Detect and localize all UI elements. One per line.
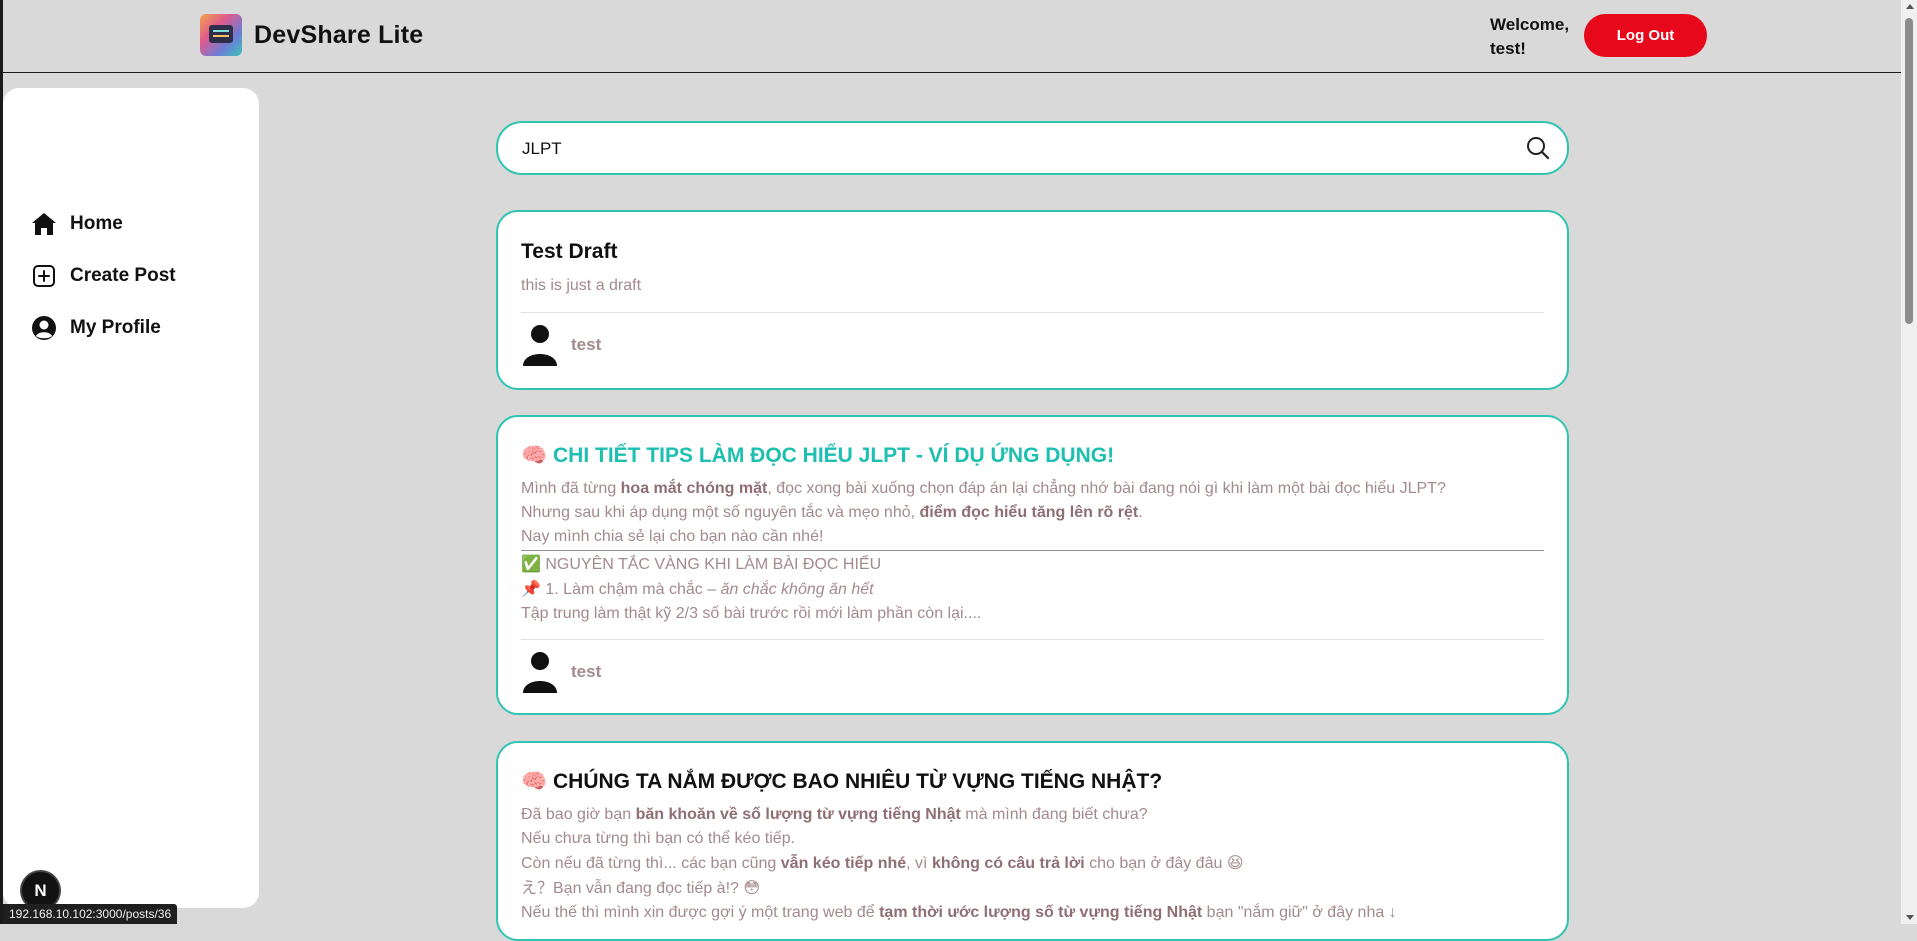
post-excerpt: Đã bao giờ bạn băn khoăn về số lượng từ …	[521, 803, 1551, 925]
user-avatar-icon	[523, 652, 557, 693]
scrollbar-thumb[interactable]	[1905, 18, 1913, 324]
post-card[interactable]: Test Draft this is just a draft test	[496, 210, 1569, 390]
excerpt-line: Đã bao giờ bạn băn khoăn về số lượng từ …	[521, 806, 1148, 823]
page-scrollbar[interactable]	[1901, 0, 1917, 924]
excerpt-line: Còn nếu đã từng thì... các bạn cũng vẫn …	[521, 853, 1244, 872]
welcome-line1: Welcome,	[1490, 15, 1570, 34]
logout-button[interactable]: Log Out	[1584, 14, 1707, 57]
post-title[interactable]: 🧠 CHI TIẾT TIPS LÀM ĐỌC HIỂU JLPT - VÍ D…	[521, 443, 1114, 468]
excerpt-line: 📌 1. Làm chậm mà chắc – ăn chắc không ăn…	[521, 579, 874, 598]
card-divider	[521, 639, 1544, 640]
excerpt-line: え？Bạn vẫn đang đọc tiếp à!? 😳	[521, 878, 761, 897]
excerpt-rule	[521, 550, 1544, 551]
post-excerpt: Mình đã từng hoa mắt chóng mặt, đọc xong…	[521, 477, 1551, 626]
brain-emoji-icon: 🧠	[521, 769, 548, 793]
top-header: DevShare Lite Welcome, test! Log Out	[3, 0, 1901, 73]
pushpin-emoji-icon: 📌	[521, 579, 541, 598]
post-title-text: CHI TIẾT TIPS LÀM ĐỌC HIỂU JLPT - VÍ DỤ …	[553, 444, 1115, 467]
home-icon	[30, 210, 58, 238]
scroll-down-arrow-icon[interactable]	[1906, 915, 1914, 920]
excerpt-line: Tập trung làm thật kỹ 2/3 số bài trước r…	[521, 605, 982, 622]
post-title[interactable]: 🧠 CHÚNG TA NẮM ĐƯỢC BAO NHIÊU TỪ VỰNG TI…	[521, 769, 1162, 794]
sidebar: Home Create Post My Profile	[3, 88, 259, 908]
excerpt-line: Nếu thế thì mình xin được gợi ý một tran…	[521, 904, 1397, 921]
welcome-message: Welcome, test!	[1490, 13, 1569, 61]
excerpt-line: Nay mình chia sẻ lại cho bạn nào cần nhé…	[521, 528, 824, 545]
plus-square-icon	[30, 262, 58, 290]
user-avatar-icon	[523, 325, 557, 366]
flushed-emoji-icon: 😳	[743, 878, 761, 897]
check-emoji-icon: ✅	[521, 554, 541, 573]
app-title[interactable]: DevShare Lite	[254, 21, 423, 50]
post-card[interactable]: 🧠 CHÚNG TA NẮM ĐƯỢC BAO NHIÊU TỪ VỰNG TI…	[496, 741, 1569, 941]
sidebar-item-label: Create Post	[70, 265, 176, 286]
user-circle-icon	[30, 314, 58, 342]
sidebar-item-home[interactable]: Home	[30, 210, 123, 238]
post-author[interactable]: test	[521, 651, 601, 693]
sidebar-item-create-post[interactable]: Create Post	[30, 262, 176, 290]
author-name: test	[571, 335, 602, 354]
app-logo-icon[interactable]	[200, 14, 242, 56]
brain-emoji-icon: 🧠	[521, 443, 548, 467]
post-title-text: CHÚNG TA NẮM ĐƯỢC BAO NHIÊU TỪ VỰNG TIẾN…	[553, 770, 1163, 793]
post-excerpt: this is just a draft	[521, 277, 642, 294]
laughing-emoji-icon: 😆	[1226, 853, 1244, 872]
search-bar	[496, 121, 1569, 175]
post-title[interactable]: Test Draft	[521, 240, 617, 264]
author-name: test	[571, 662, 602, 681]
sidebar-item-my-profile[interactable]: My Profile	[30, 314, 161, 342]
search-input[interactable]	[520, 135, 1504, 163]
post-author[interactable]: test	[521, 324, 601, 366]
sidebar-item-label: My Profile	[70, 317, 161, 338]
scroll-up-arrow-icon[interactable]	[1906, 4, 1914, 9]
excerpt-line: ✅ NGUYÊN TẮC VÀNG KHI LÀM BÀI ĐỌC HIỂU	[521, 554, 882, 573]
card-divider	[521, 312, 1544, 313]
post-card[interactable]: 🧠 CHI TIẾT TIPS LÀM ĐỌC HIỂU JLPT - VÍ D…	[496, 415, 1569, 715]
sidebar-item-label: Home	[70, 213, 123, 234]
excerpt-line: Nếu chưa từng thì bạn có thể kéo tiếp.	[521, 830, 796, 847]
excerpt-line: Mình đã từng hoa mắt chóng mặt, đọc xong…	[521, 480, 1446, 497]
search-icon[interactable]	[1525, 135, 1551, 161]
status-bar-url: 192.168.10.102:3000/posts/36	[3, 904, 178, 924]
excerpt-line: Nhưng sau khi áp dụng một số nguyên tắc …	[521, 504, 1143, 521]
welcome-username: test!	[1490, 39, 1526, 58]
